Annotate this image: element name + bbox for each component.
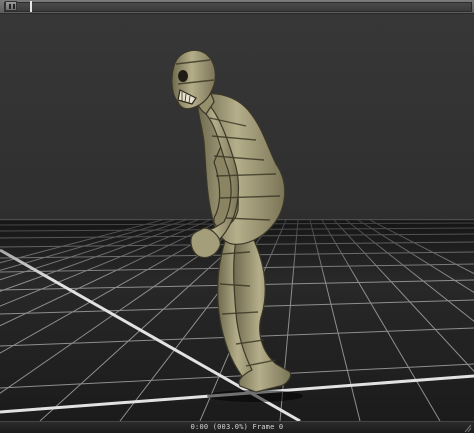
resize-grip-icon[interactable] bbox=[464, 424, 472, 433]
scene-render bbox=[0, 49, 474, 421]
3d-viewport[interactable] bbox=[0, 14, 474, 421]
playback-status-text: 0:00 (003.0%) Frame 0 bbox=[190, 423, 284, 431]
pause-icon-bar bbox=[13, 4, 15, 9]
timeline-toolbar bbox=[0, 0, 474, 14]
pause-icon bbox=[9, 4, 11, 9]
status-bar: 0:00 (003.0%) Frame 0 bbox=[0, 421, 474, 433]
scrub-handle[interactable] bbox=[30, 1, 32, 12]
animation-viewer: 0:00 (003.0%) Frame 0 bbox=[0, 0, 474, 433]
timeline-scrubber[interactable] bbox=[4, 2, 472, 12]
pause-button[interactable] bbox=[5, 1, 17, 11]
